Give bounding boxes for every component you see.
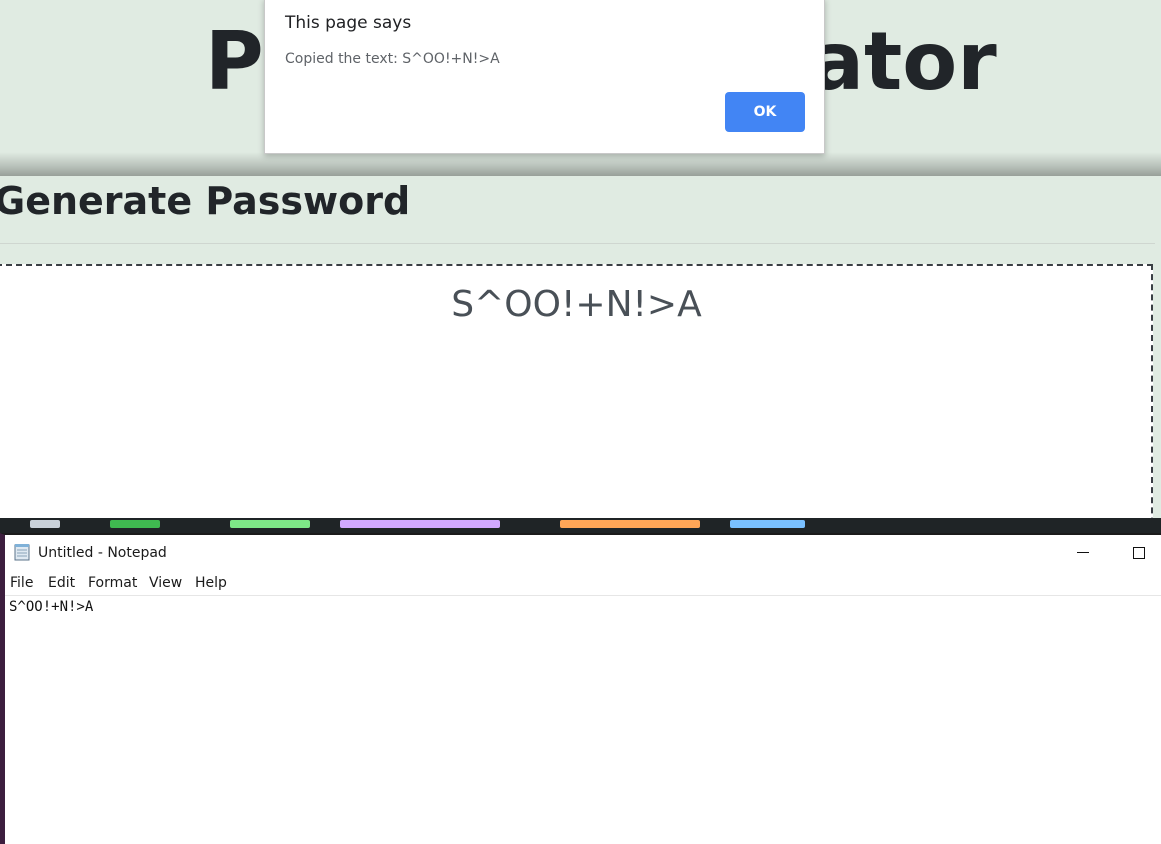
notepad-text-area[interactable]: S^OO!+N!>A (9, 599, 93, 615)
maximize-icon[interactable] (1127, 539, 1151, 565)
minimize-icon[interactable] (1071, 539, 1095, 565)
ok-button[interactable]: OK (725, 92, 805, 132)
bg-strip-mark (110, 520, 160, 528)
alert-dialog: This page says Copied the text: S^OO!+N!… (264, 0, 825, 154)
menu-format[interactable]: Format (88, 575, 137, 591)
card-header: Generate Password (0, 179, 411, 223)
site-title-right-fragment: ator (810, 15, 997, 108)
notepad-title: Untitled - Notepad (38, 545, 167, 561)
header-shadow (0, 152, 1161, 176)
background-window-strip (0, 518, 1161, 534)
password-display-area[interactable]: S^OO!+N!>A (0, 264, 1153, 535)
bg-strip-mark (30, 520, 60, 528)
menu-file[interactable]: File (10, 575, 33, 591)
card-divider (0, 243, 1155, 244)
alert-message: Copied the text: S^OO!+N!>A (285, 51, 500, 67)
menu-view[interactable]: View (149, 575, 182, 591)
generated-password: S^OO!+N!>A (451, 284, 702, 325)
generate-password-card: Generate Password S^OO!+N!>A (0, 176, 1161, 535)
menu-help[interactable]: Help (195, 575, 227, 591)
bg-strip-mark (730, 520, 805, 528)
bg-strip-mark (340, 520, 500, 528)
bg-strip-mark (230, 520, 310, 528)
bg-strip-mark (560, 520, 700, 528)
menu-edit[interactable]: Edit (48, 575, 75, 591)
notepad-menubar: File Edit Format View Help (5, 573, 1161, 596)
notepad-titlebar[interactable]: Untitled - Notepad (5, 535, 1161, 571)
alert-title: This page says (285, 13, 412, 33)
notepad-window: Untitled - Notepad File Edit Format View… (0, 533, 1161, 844)
notepad-icon (14, 544, 30, 561)
